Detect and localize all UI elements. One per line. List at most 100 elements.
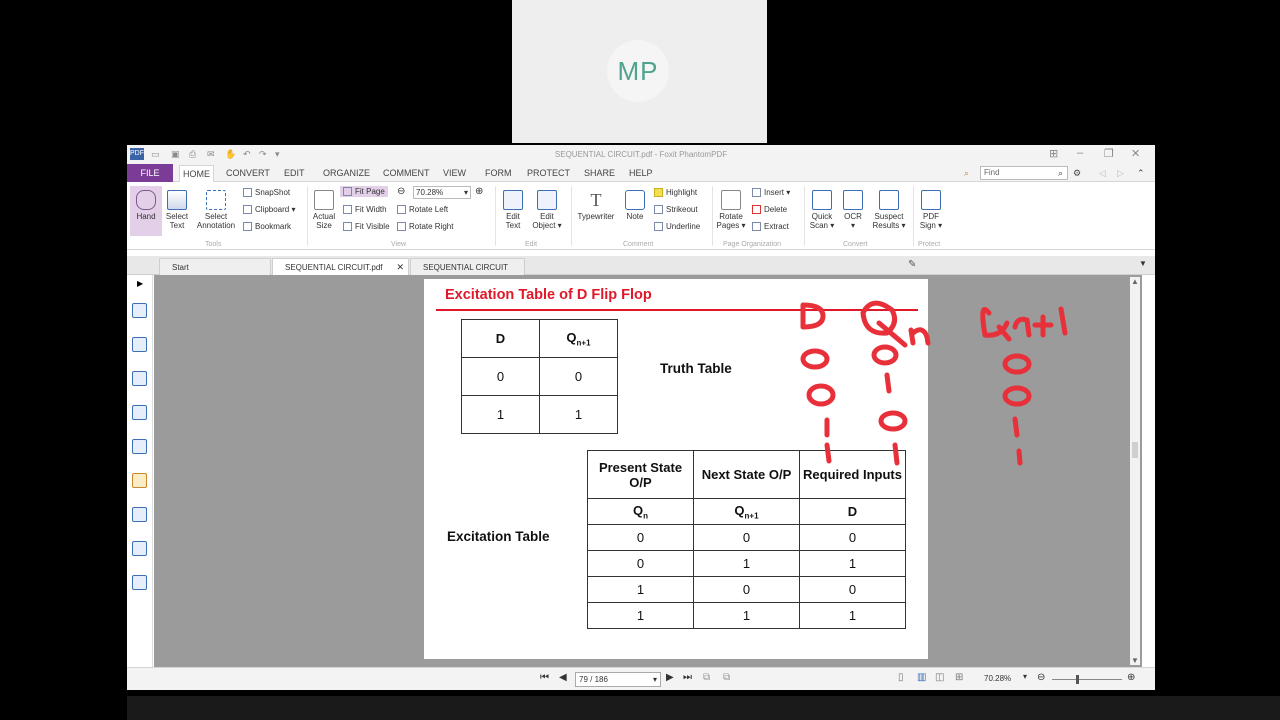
tab-sequential-circuit[interactable]: SEQUENTIAL CIRCUIT.pdf ✕ (272, 258, 409, 275)
tab-sequential-circuit-2[interactable]: SEQUENTIAL CIRCUIT -... (410, 258, 525, 281)
previous-page-icon[interactable]: ◀ (559, 672, 567, 683)
edit-object-button[interactable]: Edit Object ▾ (530, 190, 564, 230)
forward-icon[interactable]: ▷ (1117, 168, 1124, 179)
insert-button[interactable]: Insert ▾ (752, 188, 790, 198)
tab-edit[interactable]: EDIT (284, 168, 305, 178)
snapshot-button[interactable]: SnapShot (243, 188, 290, 198)
select-text-button[interactable]: Select Text (164, 190, 190, 230)
bookmark-button[interactable]: Bookmark (243, 222, 291, 232)
minimize-icon[interactable]: – (1077, 147, 1083, 159)
underline-button[interactable]: Underline (654, 222, 700, 232)
divider (307, 186, 308, 246)
extract-button[interactable]: Extract (752, 222, 789, 232)
layout-icon[interactable]: ⊞ (1049, 147, 1058, 160)
bookmark-icon (243, 222, 252, 232)
facing-page-icon[interactable]: ◫ (935, 672, 944, 683)
scroll-down-icon[interactable]: ▼ (1131, 656, 1139, 665)
zoom-in-icon[interactable]: ⊕ (475, 186, 483, 197)
tab-form[interactable]: FORM (485, 168, 512, 178)
collapse-ribbon-icon[interactable]: ⌃ (1137, 168, 1145, 179)
zoom-select[interactable]: 70.28% ▾ (413, 186, 471, 199)
zoom-slider-knob[interactable] (1076, 675, 1079, 684)
chevron-down-icon: ▾ (463, 188, 468, 197)
q-subscript: n (643, 511, 648, 521)
continuous-page-icon[interactable]: ▥ (917, 672, 926, 683)
last-page-icon[interactable]: ⏭ (683, 672, 692, 683)
attachments-icon[interactable] (132, 405, 147, 420)
search-icon[interactable]: ⌕ (1058, 168, 1063, 179)
document-viewer[interactable]: Excitation Table of D Flip Flop D Qn+1 0… (154, 275, 1142, 667)
fit-width-button[interactable]: Fit Width (343, 205, 387, 215)
pages-icon[interactable] (132, 303, 147, 318)
signatures-icon[interactable] (132, 507, 147, 522)
note-button[interactable]: Note (621, 190, 649, 221)
pages-view-icon[interactable]: ⧉ (703, 672, 710, 683)
tab-list-icon[interactable]: ▼ (1139, 259, 1147, 268)
comments-icon[interactable] (132, 371, 147, 386)
expand-panel-icon[interactable]: ▶ (137, 279, 143, 288)
tab-view[interactable]: VIEW (443, 168, 466, 178)
page-number-input[interactable]: 79 / 186 ▾ (575, 672, 661, 687)
pen-tool-icon[interactable]: ✎ (908, 259, 916, 270)
layers-icon[interactable] (132, 337, 147, 352)
zoom-out-icon[interactable]: ⊖ (1037, 672, 1045, 683)
typewriter-label: Typewriter (577, 212, 615, 221)
close-icon[interactable]: ✕ (1131, 147, 1140, 160)
rotate-pages-button[interactable]: Rotate Pages ▾ (716, 190, 746, 230)
first-page-icon[interactable]: ⏮ (540, 672, 549, 683)
find-input[interactable]: Find (980, 166, 1068, 180)
restore-icon[interactable]: ❐ (1104, 147, 1114, 160)
search-pen-icon[interactable] (132, 575, 147, 590)
tab-organize[interactable]: ORGANIZE (323, 168, 370, 178)
scroll-up-icon[interactable]: ▲ (1131, 277, 1139, 286)
clipboard-button[interactable]: Clipboard ▾ (243, 205, 296, 215)
quick-scan-button[interactable]: Quick Scan ▾ (808, 190, 836, 230)
search-doc-icon[interactable]: ⌕ (964, 168, 969, 179)
table-cell: 1 (693, 550, 800, 577)
tab-help[interactable]: HELP (629, 168, 653, 178)
tab-home[interactable]: HOME (179, 165, 214, 183)
status-bar: ⏮ ◀ 79 / 186 ▾ ▶ ⏭ ⧉ ⧉ ▯ ▥ ◫ ⊞ 70.28% ▾ ⊖… (127, 667, 1155, 690)
zoom-slider[interactable] (1052, 675, 1122, 684)
thumbnail-icon[interactable]: ⧉ (723, 672, 730, 683)
vertical-scrollbar[interactable]: ▲ ▼ (1130, 277, 1140, 665)
actual-size-button[interactable]: Actual Size (311, 190, 337, 230)
continuous-facing-icon[interactable]: ⊞ (955, 672, 963, 683)
tab-file[interactable]: FILE (127, 164, 173, 182)
navigation-panel: ▶ (127, 275, 153, 667)
fit-visible-button[interactable]: Fit Visible (343, 222, 390, 232)
comment-group-label: Comment (623, 241, 654, 248)
next-page-icon[interactable]: ▶ (666, 672, 674, 683)
highlight-button[interactable]: Highlight (654, 188, 697, 198)
tab-comment[interactable]: COMMENT (383, 168, 430, 178)
strikeout-button[interactable]: Strikeout (654, 205, 698, 215)
tab-protect[interactable]: PROTECT (527, 168, 570, 178)
lock-icon[interactable] (132, 473, 147, 488)
edit-text-button[interactable]: Edit Text (500, 190, 526, 230)
tab-start[interactable]: Start (159, 258, 271, 275)
suspect-results-button[interactable]: Suspect Results ▾ (871, 190, 907, 230)
hand-tool-button[interactable]: Hand (130, 186, 162, 236)
scroll-thumb[interactable] (1132, 442, 1138, 458)
zoom-out-icon[interactable]: ⊖ (397, 186, 405, 197)
fields-icon[interactable] (132, 541, 147, 556)
zoom-in-icon[interactable]: ⊕ (1127, 672, 1135, 683)
truth-table-label: Truth Table (660, 361, 732, 376)
paperclip-icon[interactable] (132, 439, 147, 454)
ocr-button[interactable]: OCR ▾ (840, 190, 866, 230)
back-icon[interactable]: ◁ (1099, 168, 1106, 179)
tab-share[interactable]: SHARE (584, 168, 615, 178)
fit-page-button[interactable]: Fit Page (340, 186, 388, 198)
zoom-dropdown-icon[interactable]: ▾ (1023, 672, 1027, 681)
typewriter-button[interactable]: T Typewriter (575, 190, 617, 221)
single-page-icon[interactable]: ▯ (898, 672, 904, 683)
rotate-left-button[interactable]: Rotate Left (397, 205, 448, 215)
settings-icon[interactable]: ⚙ (1073, 168, 1081, 179)
pdf-sign-button[interactable]: PDF Sign ▾ (917, 190, 945, 230)
strikeout-label: Strikeout (666, 205, 698, 214)
tab-convert[interactable]: CONVERT (226, 168, 270, 178)
rotate-right-button[interactable]: Rotate Right (397, 222, 453, 232)
close-tab-icon[interactable]: ✕ (396, 262, 404, 273)
select-annotation-button[interactable]: Select Annotation (195, 190, 237, 230)
delete-button[interactable]: Delete (752, 205, 787, 215)
